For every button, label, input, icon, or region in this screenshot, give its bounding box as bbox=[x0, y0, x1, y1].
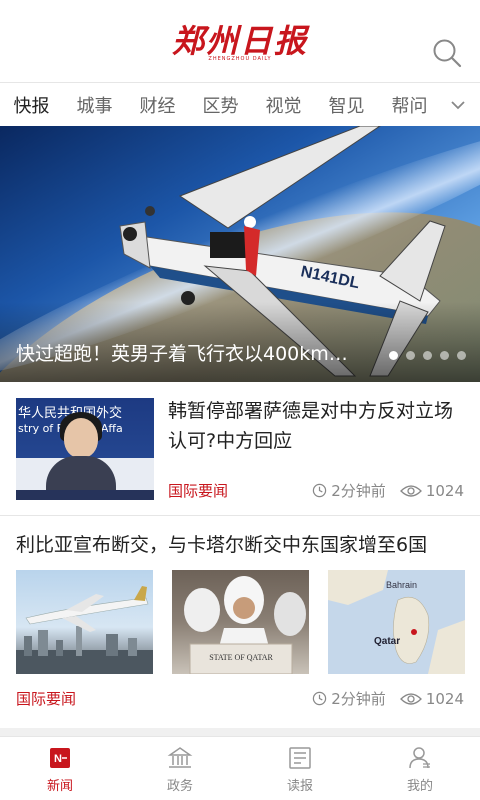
nav-item-news[interactable]: N 新闻 bbox=[0, 737, 120, 800]
news-meta: 2分钟前 1024 bbox=[312, 480, 464, 501]
qatar-placard: STATE OF QATAR bbox=[209, 653, 273, 662]
news-meta: 2分钟前 1024 bbox=[312, 688, 464, 709]
tab-caijing[interactable]: 财经 bbox=[126, 92, 189, 118]
news-time: 2分钟前 bbox=[331, 690, 386, 708]
tab-bangwen[interactable]: 帮问 bbox=[378, 92, 441, 118]
news-item[interactable]: 华人民共和国外交 stry of Foreign Affa 韩暂停部署萨德是对中… bbox=[0, 382, 480, 516]
app-header: 郑州日报 ZHENGZHOU DAILY bbox=[0, 0, 480, 82]
news-views: 1024 bbox=[425, 481, 464, 500]
news-views: 1024 bbox=[425, 689, 464, 708]
carousel-dot[interactable] bbox=[440, 351, 449, 360]
tab-kuaibao[interactable]: 快报 bbox=[0, 92, 63, 118]
bottom-navigation: N 新闻 政务 读报 我的 bbox=[0, 736, 480, 800]
news-icon: N bbox=[50, 748, 70, 768]
nav-label: 我的 bbox=[406, 779, 433, 794]
news-image-map: Bahrain Qatar bbox=[328, 570, 465, 674]
carousel-dot[interactable] bbox=[389, 351, 398, 360]
views-eye-icon bbox=[399, 484, 422, 497]
svg-text:N: N bbox=[54, 753, 62, 765]
more-tabs-button[interactable] bbox=[450, 97, 466, 113]
hero-carousel[interactable]: N141DL 快过超跑！英男子着飞行衣以400km… bbox=[0, 126, 480, 382]
news-item[interactable]: 利比亚宣布断交，与卡塔尔断交中东国家增至6国 STATE OF QATAR Ba… bbox=[0, 516, 480, 736]
nav-label: 政务 bbox=[166, 779, 193, 794]
clock-icon bbox=[313, 691, 327, 706]
nav-label: 新闻 bbox=[46, 779, 73, 794]
tab-chengshi[interactable]: 城事 bbox=[63, 92, 126, 118]
news-image-airplane bbox=[16, 570, 153, 674]
views-eye-icon bbox=[399, 692, 422, 705]
map-label-qatar: Qatar bbox=[374, 636, 400, 647]
logo-text: 郑州日报 bbox=[171, 22, 308, 60]
carousel-dot[interactable] bbox=[423, 351, 432, 360]
news-category-tag[interactable]: 国际要闻 bbox=[168, 480, 228, 501]
carousel-dot[interactable] bbox=[457, 351, 466, 360]
newspaper-icon bbox=[289, 747, 311, 769]
profile-icon bbox=[409, 747, 430, 769]
carousel-dot[interactable] bbox=[406, 351, 415, 360]
clock-icon bbox=[313, 483, 327, 498]
category-tabs: 快报 城事 财经 区势 视觉 智见 帮问 bbox=[0, 82, 480, 126]
news-time: 2分钟前 bbox=[331, 482, 386, 500]
map-label-bahrain: Bahrain bbox=[386, 580, 417, 590]
news-thumbnail: 华人民共和国外交 stry of Foreign Affa bbox=[16, 398, 154, 500]
tab-zhijian[interactable]: 智见 bbox=[315, 92, 378, 118]
news-image-qatar-emir: STATE OF QATAR bbox=[172, 570, 309, 674]
search-button[interactable] bbox=[432, 38, 462, 68]
tab-qushi[interactable]: 区势 bbox=[189, 92, 252, 118]
hero-caption[interactable]: 快过超跑！英男子着飞行衣以400km… bbox=[16, 339, 376, 366]
news-title[interactable]: 利比亚宣布断交，与卡塔尔断交中东国家增至6国 bbox=[16, 532, 468, 558]
nav-item-profile[interactable]: 我的 bbox=[360, 737, 480, 800]
chevron-down-icon bbox=[451, 101, 465, 110]
nav-item-government[interactable]: 政务 bbox=[120, 737, 240, 800]
news-title[interactable]: 韩暂停部署萨德是对中方反对立场认可?中方回应 bbox=[168, 396, 466, 456]
government-icon bbox=[167, 747, 193, 768]
nav-label: 读报 bbox=[286, 779, 313, 794]
nav-item-newspaper[interactable]: 读报 bbox=[240, 737, 360, 800]
tab-shijue[interactable]: 视觉 bbox=[252, 92, 315, 118]
logo-subtext: ZHENGZHOU DAILY bbox=[208, 56, 272, 62]
carousel-indicator bbox=[389, 351, 466, 360]
news-category-tag[interactable]: 国际要闻 bbox=[16, 688, 76, 709]
app-logo: 郑州日报 ZHENGZHOU DAILY bbox=[0, 24, 480, 62]
search-icon bbox=[433, 39, 462, 68]
